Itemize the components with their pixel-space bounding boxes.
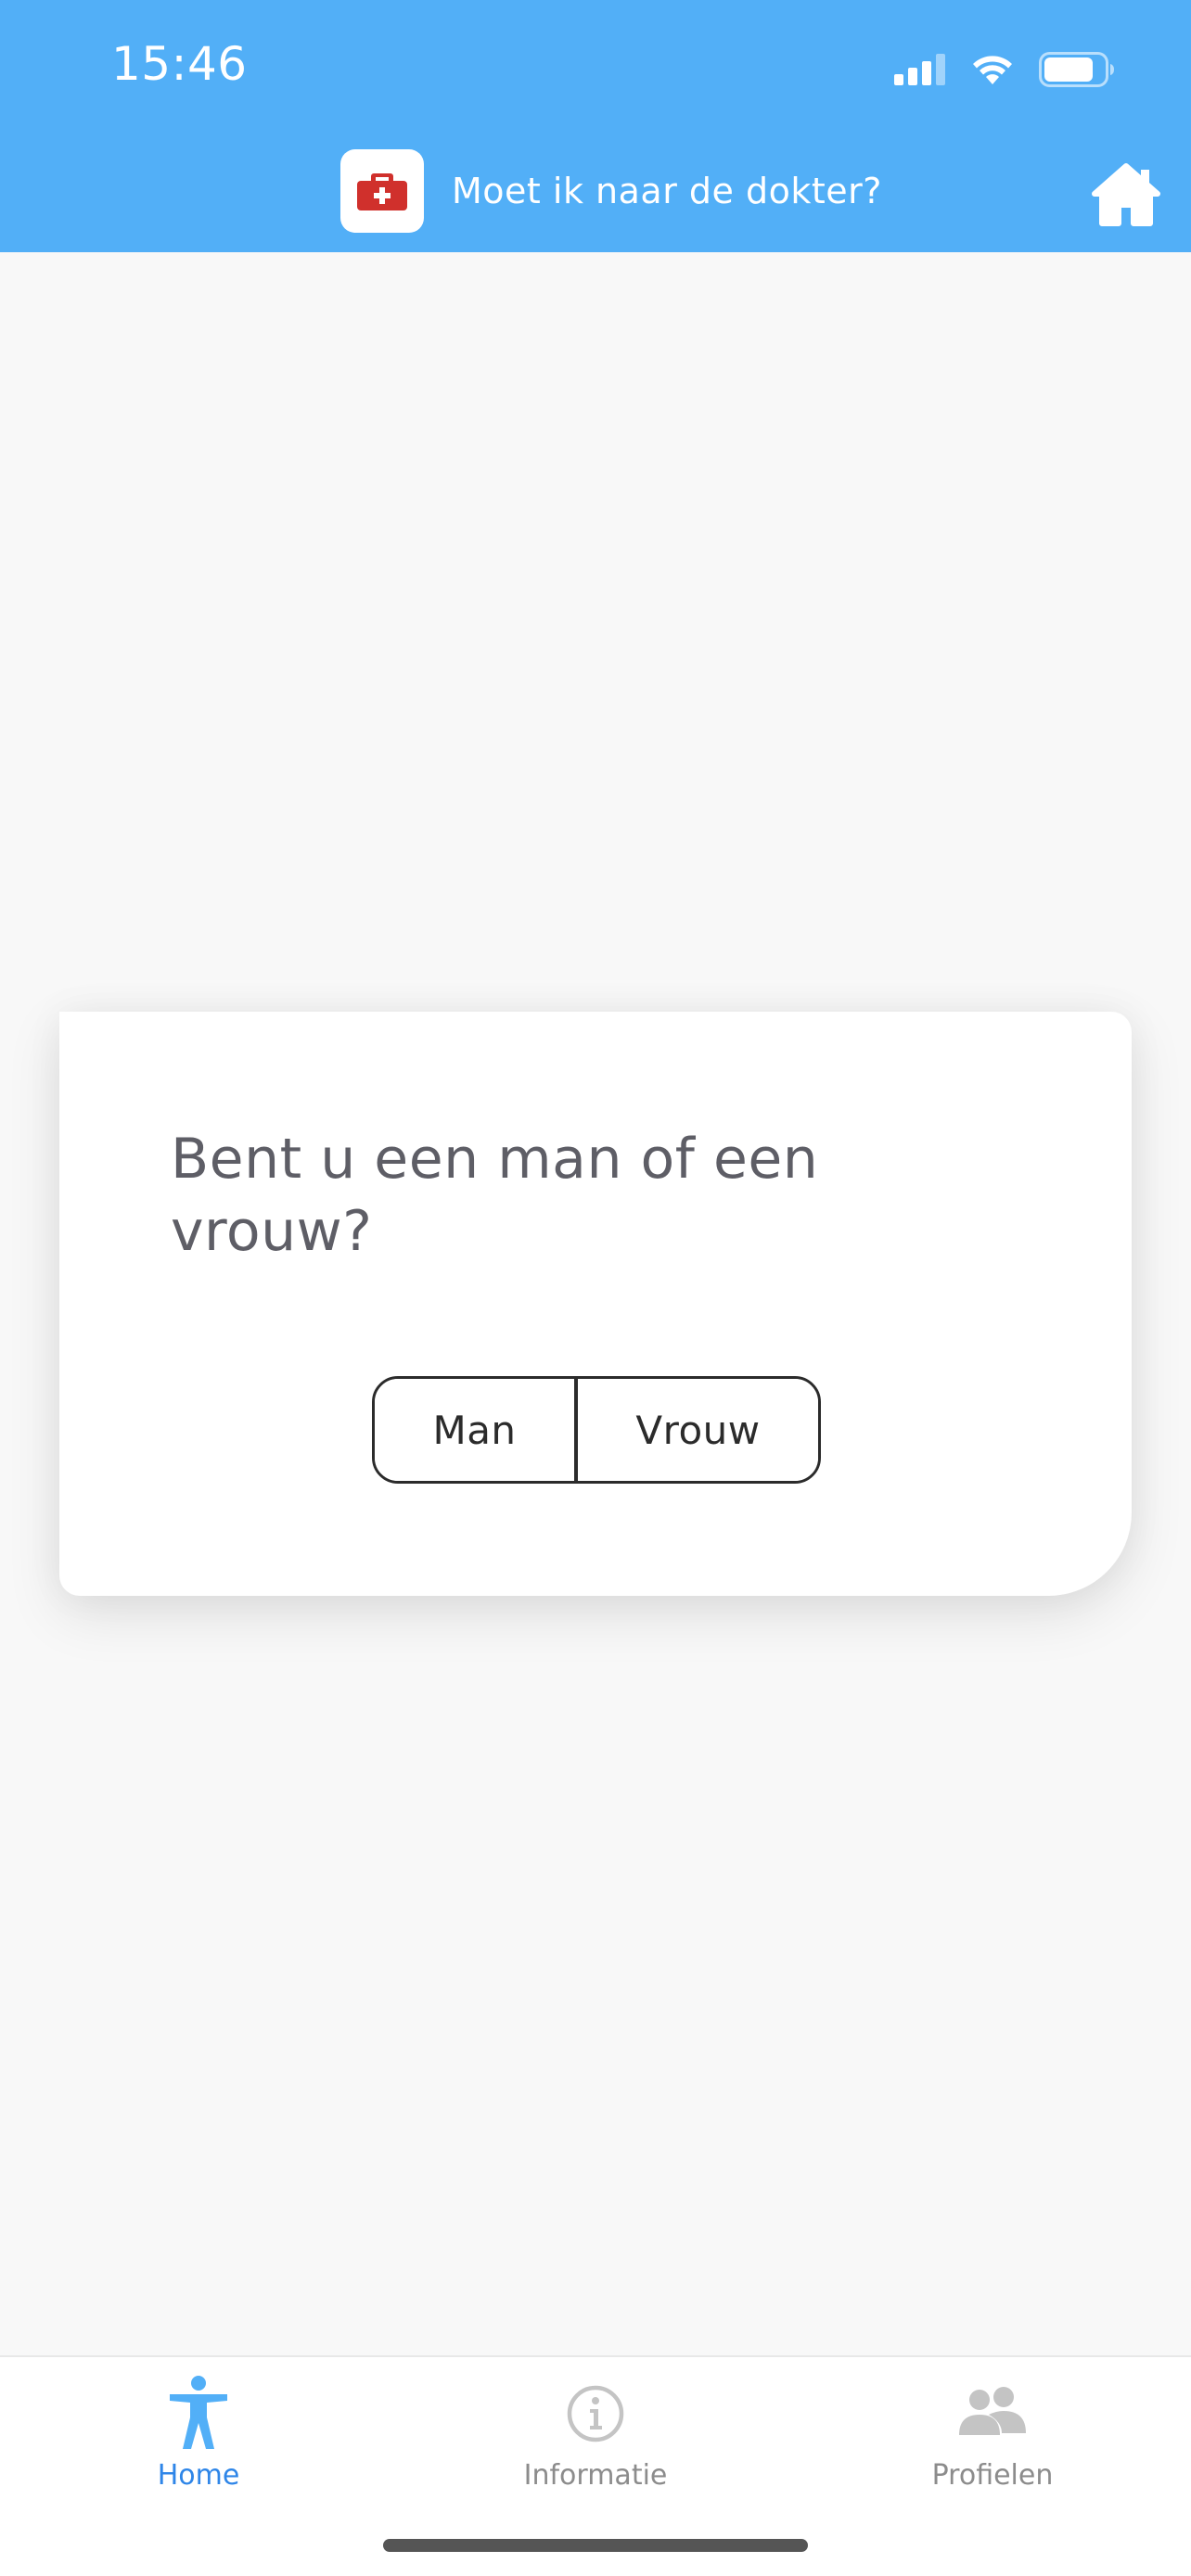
battery-icon [1039, 52, 1114, 87]
tab-informatie[interactable]: Informatie [397, 2357, 794, 2515]
man-button[interactable]: Man [375, 1379, 574, 1481]
home-indicator [383, 2539, 808, 2552]
info-icon [554, 2372, 637, 2455]
status-icons [894, 46, 1115, 93]
question-card: Bent u een man of een vrouw? Man Vrouw [59, 1012, 1132, 1596]
tab-informatie-label: Informatie [523, 2459, 668, 2492]
app-logo [340, 149, 424, 233]
question-text: Bent u een man of een vrouw? [171, 1127, 819, 1264]
home-icon [1092, 163, 1160, 226]
app-header: 15:46 Moet ik naar de dokter? [0, 0, 1191, 252]
signal-icon [894, 54, 945, 85]
first-aid-kit-icon [357, 173, 407, 210]
wifi-icon [973, 56, 1012, 84]
status-time: 15:46 [111, 37, 248, 91]
tab-home-label: Home [157, 2459, 240, 2492]
tab-profielen-label: Profielen [931, 2459, 1054, 2492]
app-title: Moet ik naar de dokter? [452, 171, 882, 211]
vrouw-button[interactable]: Vrouw [578, 1379, 818, 1481]
tab-profielen[interactable]: Profielen [794, 2357, 1191, 2515]
people-icon [951, 2372, 1034, 2455]
tab-home[interactable]: Home [0, 2357, 397, 2515]
gender-choice-group: Man Vrouw [372, 1376, 821, 1484]
home-button[interactable] [1089, 158, 1163, 232]
person-icon [157, 2372, 240, 2455]
